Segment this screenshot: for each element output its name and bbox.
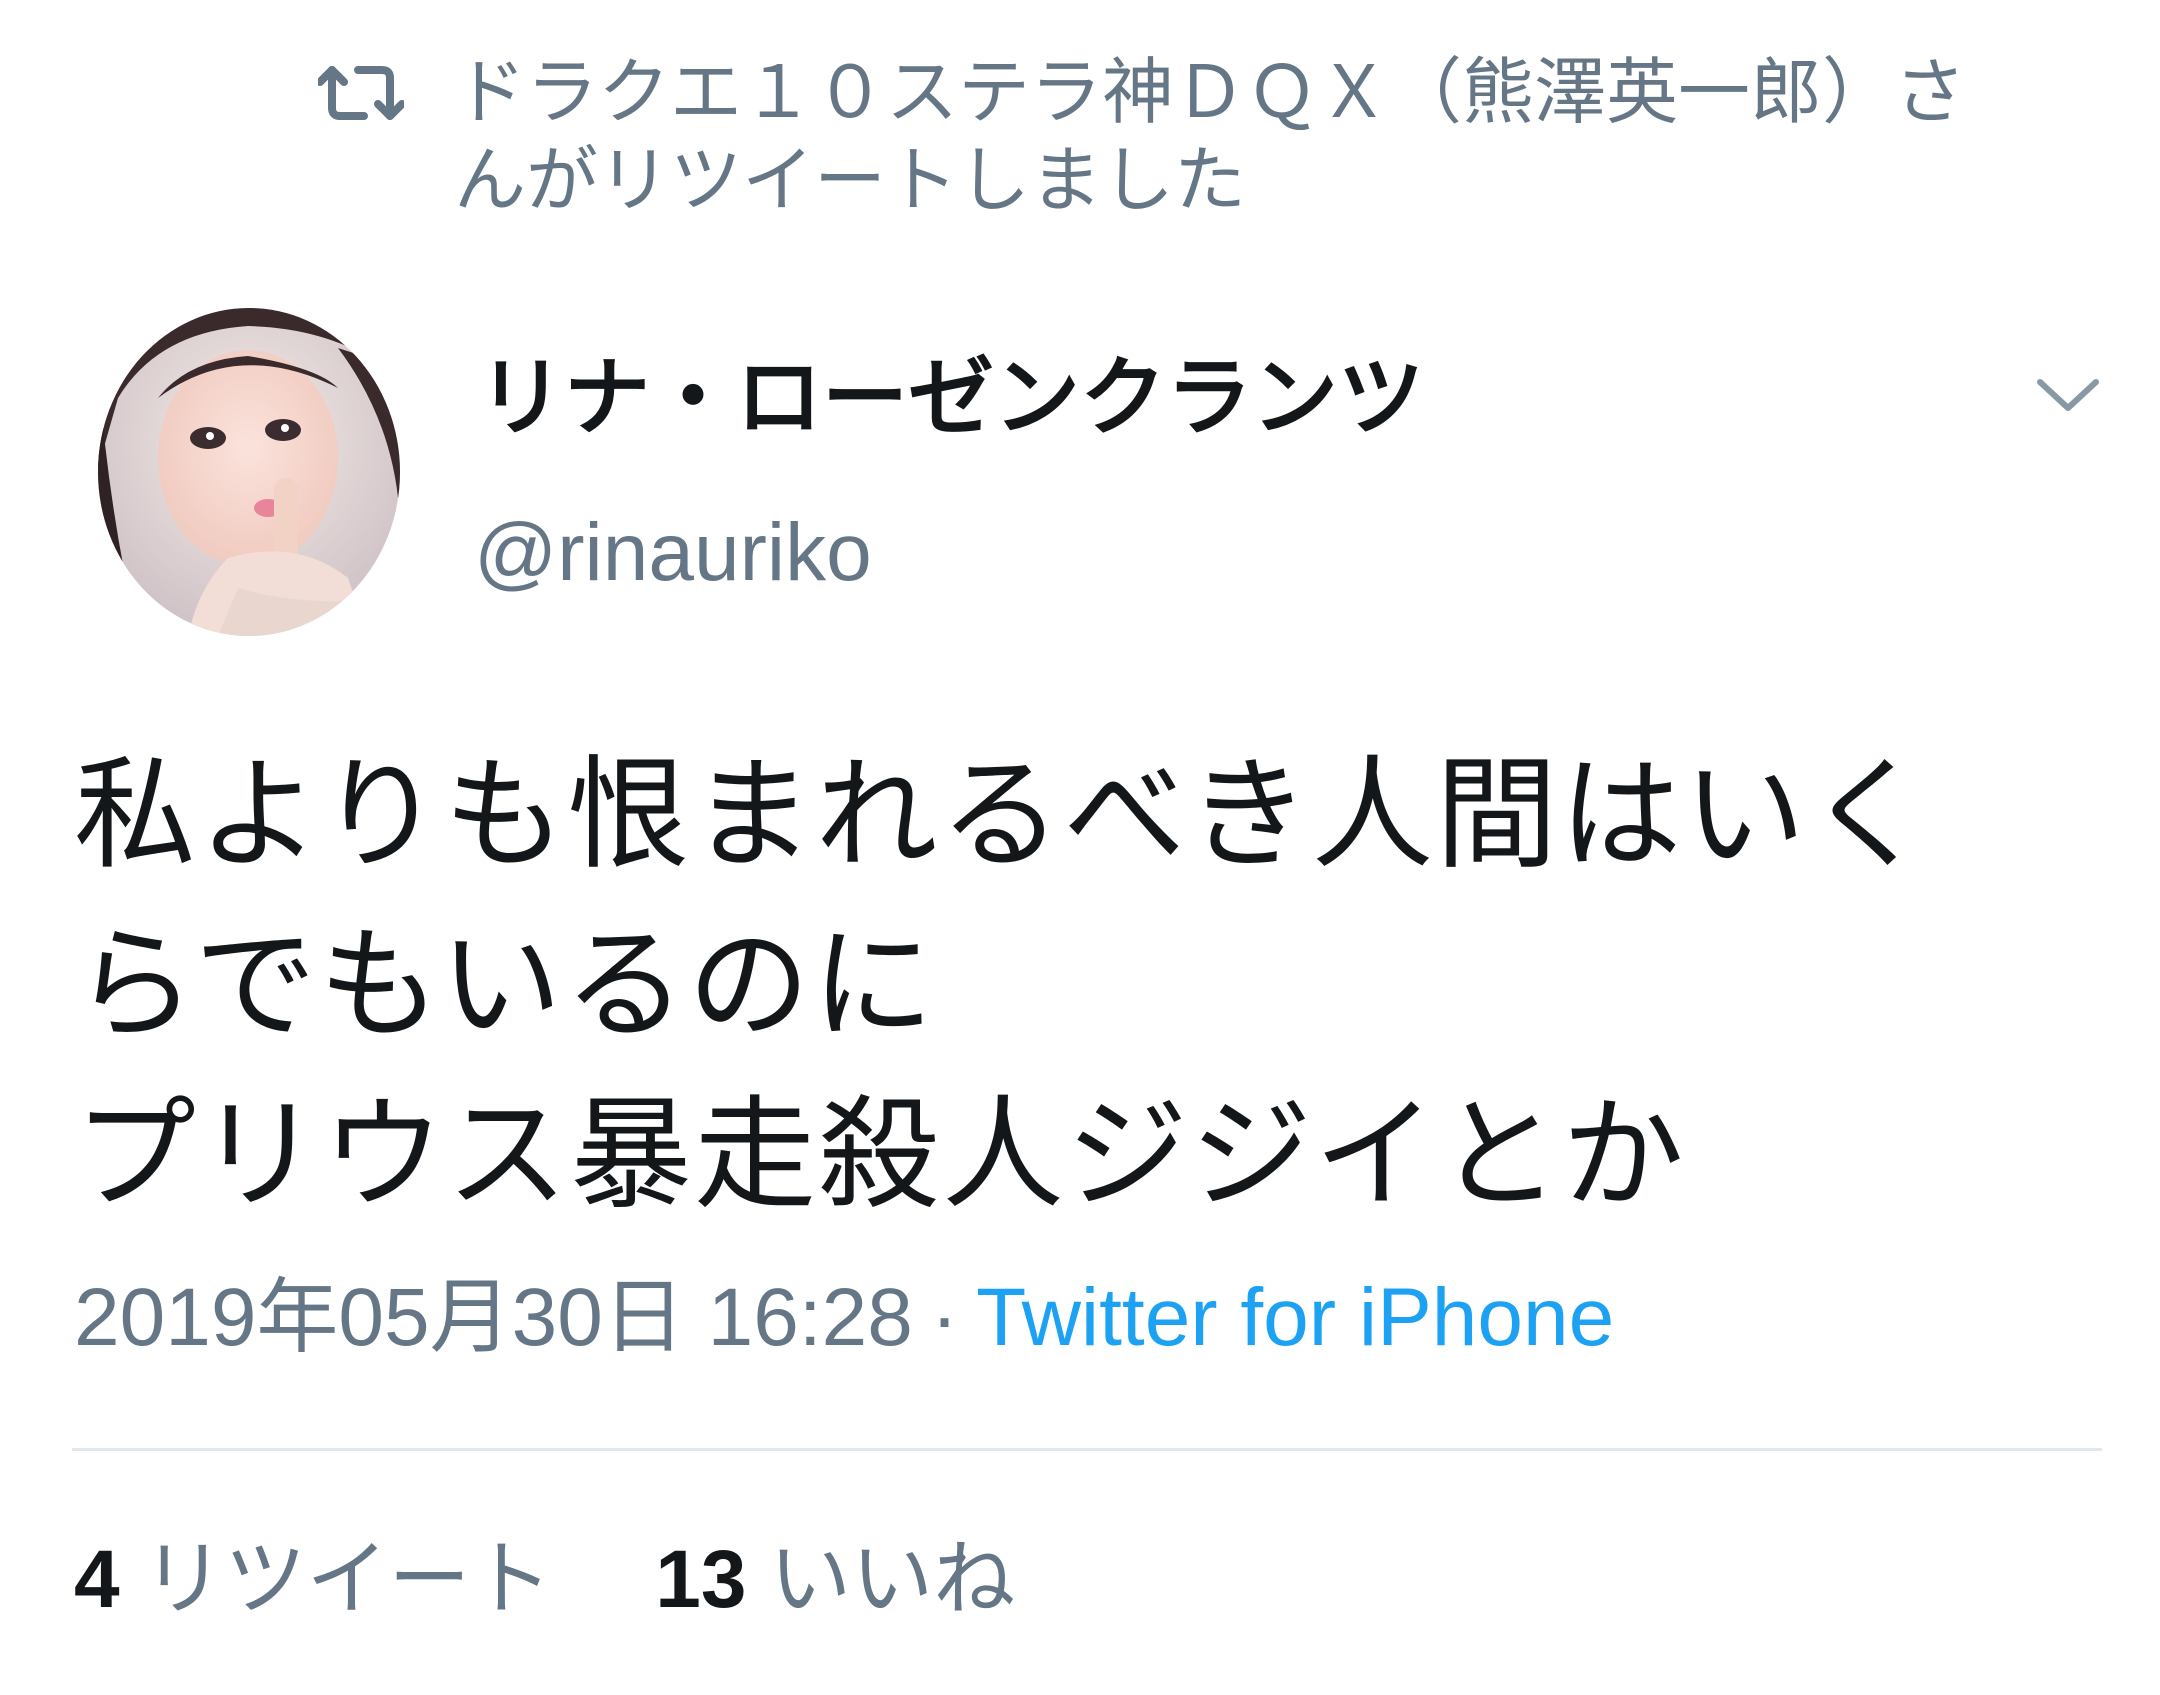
tweet-line: プリウス暴走殺人ジジイとか — [74, 1084, 1686, 1226]
meta-separator: · — [930, 1272, 959, 1363]
tweet-line: らでもいるのに — [74, 914, 936, 1056]
tweet-line: 私よりも恨まれるべき人間はいく — [74, 744, 1932, 886]
retweet-context[interactable]: ドラクエ１０ステラ神ＤＱＸ（熊澤英一郎）さんがリツイートしました — [318, 48, 2038, 224]
retweets-stat[interactable]: 4 リツイート — [74, 1530, 552, 1630]
user-handle[interactable]: @rinauriko — [474, 505, 872, 601]
likes-label: いいね — [769, 1532, 1016, 1627]
retweet-icon — [318, 66, 404, 120]
tweet-text: 私よりも恨まれるべき人間はいく らでもいるのに プリウス暴走殺人ジジイとか — [74, 730, 2094, 1240]
retweets-count: 4 — [74, 1534, 120, 1625]
likes-stat[interactable]: 13 いいね — [655, 1530, 1015, 1630]
chevron-down-icon[interactable] — [2032, 372, 2104, 418]
user-avatar[interactable] — [98, 308, 400, 636]
tweet-source-link[interactable]: Twitter for iPhone — [976, 1272, 1614, 1363]
tweet-timestamp[interactable]: 2019年05月30日 16:28 — [74, 1272, 913, 1363]
retweets-label: リツイート — [142, 1532, 553, 1627]
divider — [72, 1448, 2102, 1451]
tweet-meta: 2019年05月30日 16:28 · Twitter for iPhone — [74, 1268, 1614, 1368]
likes-count: 13 — [655, 1534, 747, 1625]
display-name[interactable]: リナ・ローゼンクランツ — [478, 348, 1424, 448]
avatar-image — [98, 308, 400, 636]
tweet-stats: 4 リツイート 13 いいね — [74, 1530, 1095, 1630]
retweet-context-text[interactable]: ドラクエ１０ステラ神ＤＱＸ（熊澤英一郎）さんがリツイートしました — [454, 48, 2014, 224]
